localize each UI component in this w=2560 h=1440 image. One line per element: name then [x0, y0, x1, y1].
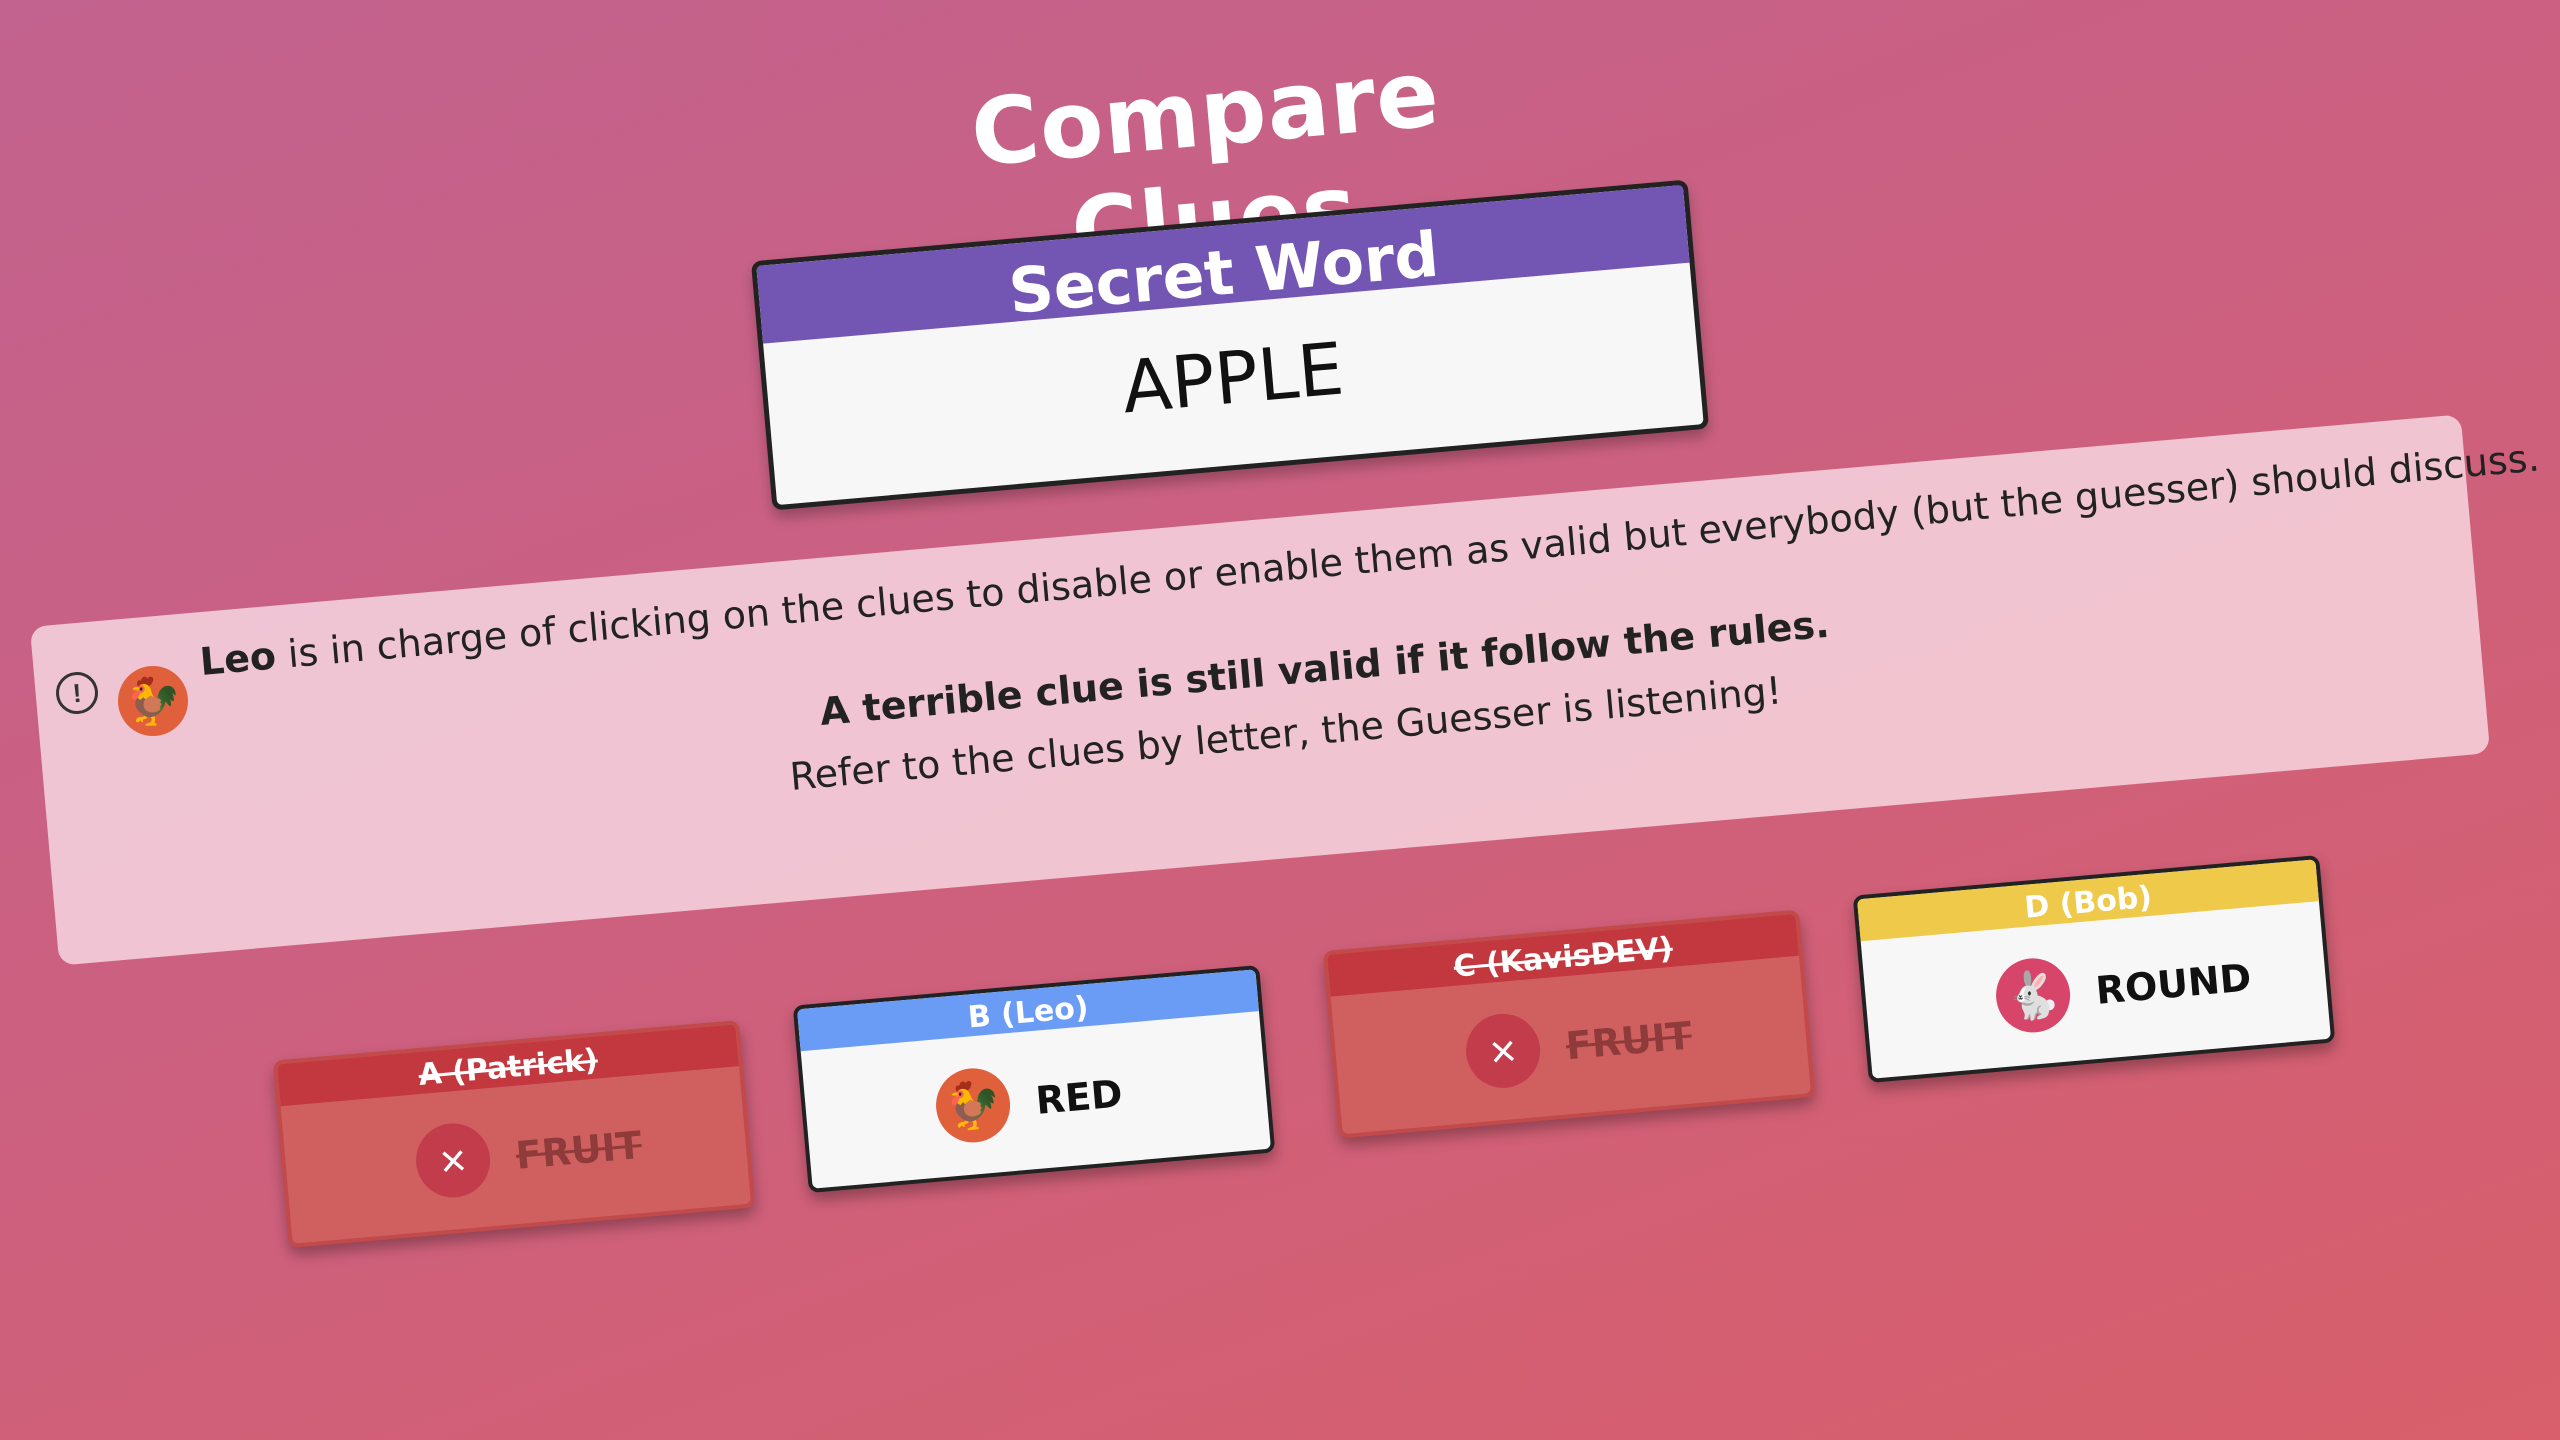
clue-card-a[interactable]: A (Patrick) × FRUIT [272, 1019, 756, 1249]
close-icon: × [1463, 1010, 1544, 1091]
clue-card-b[interactable]: B (Leo) 🐓 RED [792, 964, 1276, 1194]
leo-avatar-icon: 🐓 [118, 666, 188, 736]
clue-card-c[interactable]: C (KavisDEV) × FRUIT [1322, 909, 1816, 1139]
clue-b-word: RED [1034, 1071, 1125, 1123]
close-icon: × [412, 1120, 494, 1201]
clue-d-word: ROUND [2094, 955, 2254, 1013]
clue-card-d[interactable]: D (Bob) 🐇 ROUND [1852, 854, 2336, 1084]
rabbit-avatar-icon: 🐇 [1992, 955, 2074, 1036]
rooster-avatar-icon: 🐓 [932, 1065, 1014, 1146]
leader-name: Leo [198, 633, 278, 684]
clue-a-word: FRUIT [514, 1123, 644, 1178]
clue-c-word: FRUIT [1564, 1013, 1694, 1069]
